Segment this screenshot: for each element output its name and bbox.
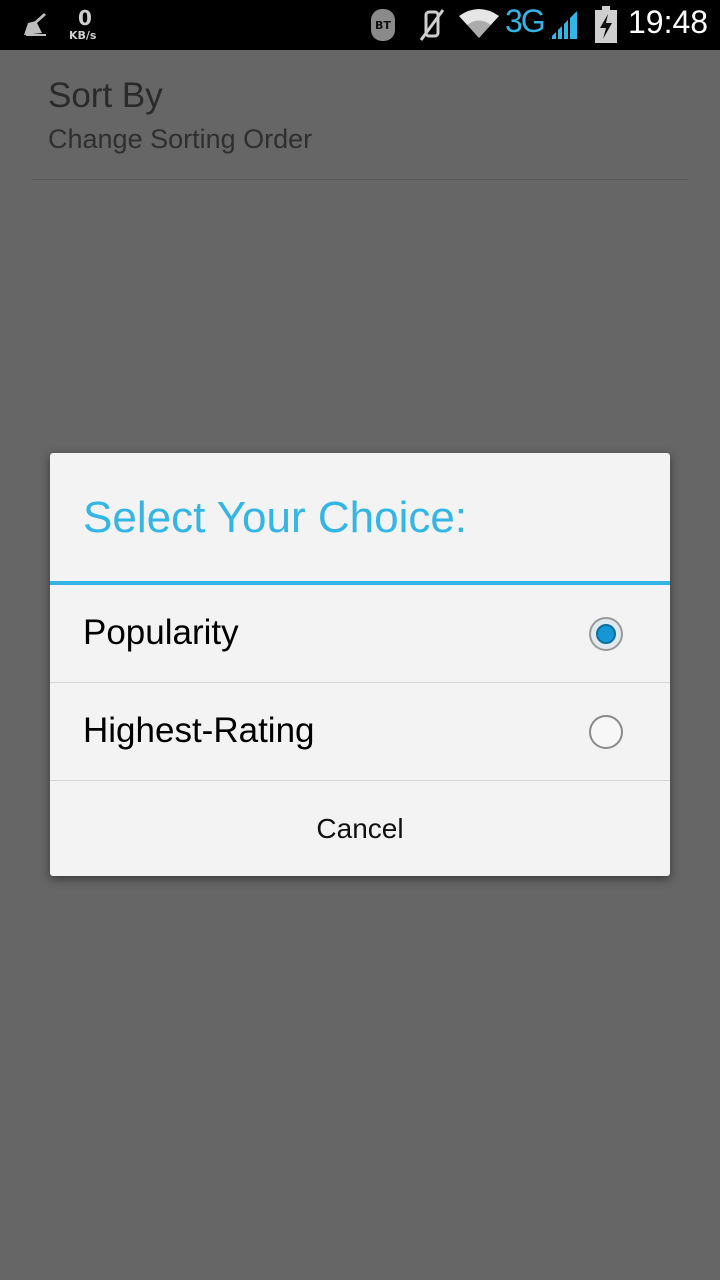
option-popularity[interactable]: Popularity	[50, 585, 670, 683]
mute-icon	[419, 9, 445, 41]
radio-button-unchecked[interactable]	[589, 715, 623, 749]
option-label: Popularity	[83, 613, 239, 652]
clock: 19:48	[628, 4, 709, 40]
preference-title: Sort By	[48, 76, 163, 115]
option-label: Highest-Rating	[83, 711, 315, 750]
bluetooth-label: BT	[375, 18, 391, 32]
radio-button-checked[interactable]	[589, 617, 623, 651]
data-rate-value: 0	[78, 6, 92, 30]
dialog-title: Select Your Choice:	[83, 493, 468, 542]
cancel-button[interactable]: Cancel	[50, 781, 670, 876]
preference-divider	[32, 179, 688, 180]
option-highest-rating[interactable]: Highest-Rating	[50, 683, 670, 781]
status-bar: 0 KB/s BT 3G 19:48	[0, 0, 720, 50]
preference-summary: Change Sorting Order	[48, 124, 313, 154]
battery-charging-icon	[595, 6, 617, 43]
cleaner-icon	[24, 13, 46, 36]
radio-dot-icon	[596, 624, 616, 644]
signal-icon	[549, 11, 577, 39]
network-type: 3G	[505, 3, 546, 39]
wifi-icon	[459, 9, 499, 38]
bluetooth-icon: BT	[371, 9, 395, 41]
choice-dialog: Select Your Choice: Popularity Highest-R…	[50, 453, 670, 876]
data-rate-unit: KB/s	[69, 29, 97, 42]
